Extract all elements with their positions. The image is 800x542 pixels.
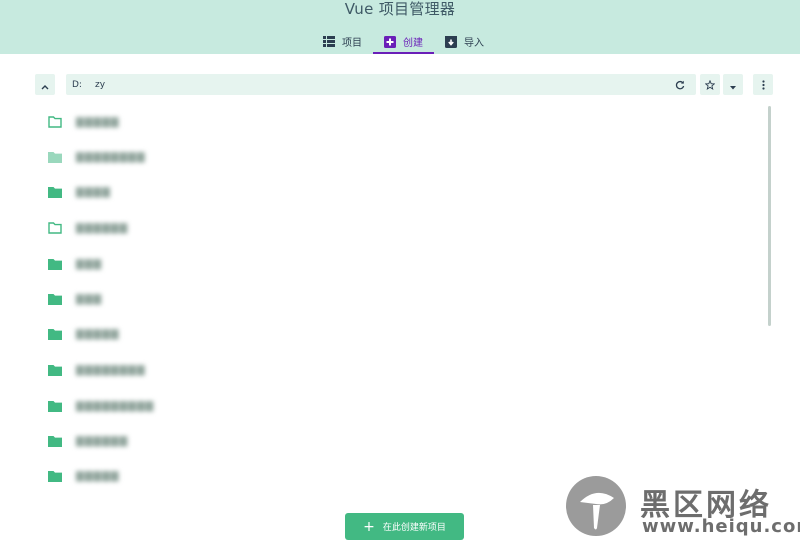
folder-icon (48, 435, 63, 448)
scrollbar[interactable] (768, 106, 771, 326)
folder-icon (48, 258, 63, 271)
watermark-logo (566, 476, 626, 536)
folder-item[interactable]: ▇▇▇▇ (48, 174, 111, 210)
folder-name: ▇▇▇▇▇▇ (76, 435, 129, 447)
folder-item[interactable]: ▇▇▇▇▇ (48, 458, 119, 494)
tab-create[interactable]: 创建 (373, 29, 434, 54)
folder-name: ▇▇▇▇▇▇▇▇ (76, 151, 146, 163)
folder-item[interactable]: ▇▇▇ (48, 246, 102, 282)
watermark-url: www.heiqu.com (642, 516, 800, 537)
favorite-button[interactable] (700, 74, 720, 95)
folder-name: ▇▇▇▇▇ (76, 116, 120, 128)
path-bar[interactable]: D: zy (66, 74, 696, 95)
folder-icon (48, 293, 63, 306)
folder-name: ▇▇▇▇▇▇ (76, 222, 129, 234)
folder-name: ▇▇▇▇▇▇▇▇ (76, 364, 146, 376)
import-icon (445, 35, 457, 48)
folder-item[interactable]: ▇▇▇▇▇▇▇▇ (48, 352, 146, 388)
path-segment-folder[interactable]: zy (95, 80, 105, 90)
watermark: 黑区网络 www.heiqu.com (566, 476, 800, 538)
main-tabs: 项目 创建 导入 (312, 29, 495, 54)
folder-name: ▇▇▇ (76, 258, 103, 270)
add-box-icon (384, 35, 396, 48)
parent-folder-button[interactable] (35, 74, 55, 95)
tab-import[interactable]: 导入 (434, 29, 495, 54)
folder-outline-icon (48, 116, 63, 129)
folder-item[interactable]: ▇▇▇ (48, 281, 102, 317)
tab-label: 创建 (403, 38, 423, 49)
folder-item[interactable]: ▇▇▇▇▇▇▇▇ (48, 139, 146, 175)
path-segment-drive[interactable]: D: (72, 80, 82, 90)
tab-label: 项目 (342, 38, 362, 49)
favorites-dropdown-button[interactable] (723, 74, 743, 95)
tab-label: 导入 (464, 38, 484, 49)
create-project-label: 在此创建新项目 (382, 523, 446, 533)
refresh-icon (675, 75, 685, 94)
folder-icon (48, 400, 63, 413)
folder-icon (48, 470, 63, 483)
create-project-button[interactable]: + 在此创建新项目 (345, 513, 464, 540)
folder-icon (48, 151, 63, 164)
folder-icon (48, 328, 63, 341)
folder-item[interactable]: ▇▇▇▇▇ (48, 316, 119, 352)
refresh-button[interactable] (670, 74, 690, 95)
more-options-button[interactable] (753, 74, 773, 95)
folder-item[interactable]: ▇▇▇▇▇▇ (48, 423, 128, 459)
folder-name: ▇▇▇▇▇▇▇▇▇ (76, 400, 155, 412)
chevron-up-icon (41, 75, 49, 94)
folder-icon (48, 186, 63, 199)
folder-toolbar: D: zy (35, 74, 773, 95)
tab-projects[interactable]: 项目 (312, 29, 373, 54)
folder-item[interactable]: ▇▇▇▇▇▇ (48, 210, 128, 246)
list-icon (323, 36, 335, 48)
caret-down-icon (730, 75, 736, 94)
star-icon (704, 75, 716, 94)
folder-item[interactable]: ▇▇▇▇▇▇▇▇▇ (48, 388, 154, 424)
more-vert-icon (761, 75, 765, 94)
folder-name: ▇▇▇▇▇ (76, 470, 120, 482)
folder-name: ▇▇▇ (76, 293, 103, 305)
folder-outline-icon (48, 222, 63, 235)
folder-name: ▇▇▇▇ (76, 186, 111, 198)
folder-item[interactable]: ▇▇▇▇▇ (48, 104, 119, 140)
app-title: Vue 项目管理器 (344, 0, 456, 18)
app-header: Vue 项目管理器 项目 创建 导入 (0, 0, 800, 54)
folder-icon (48, 364, 63, 377)
folder-name: ▇▇▇▇▇ (76, 328, 120, 340)
plus-icon: + (363, 518, 375, 535)
